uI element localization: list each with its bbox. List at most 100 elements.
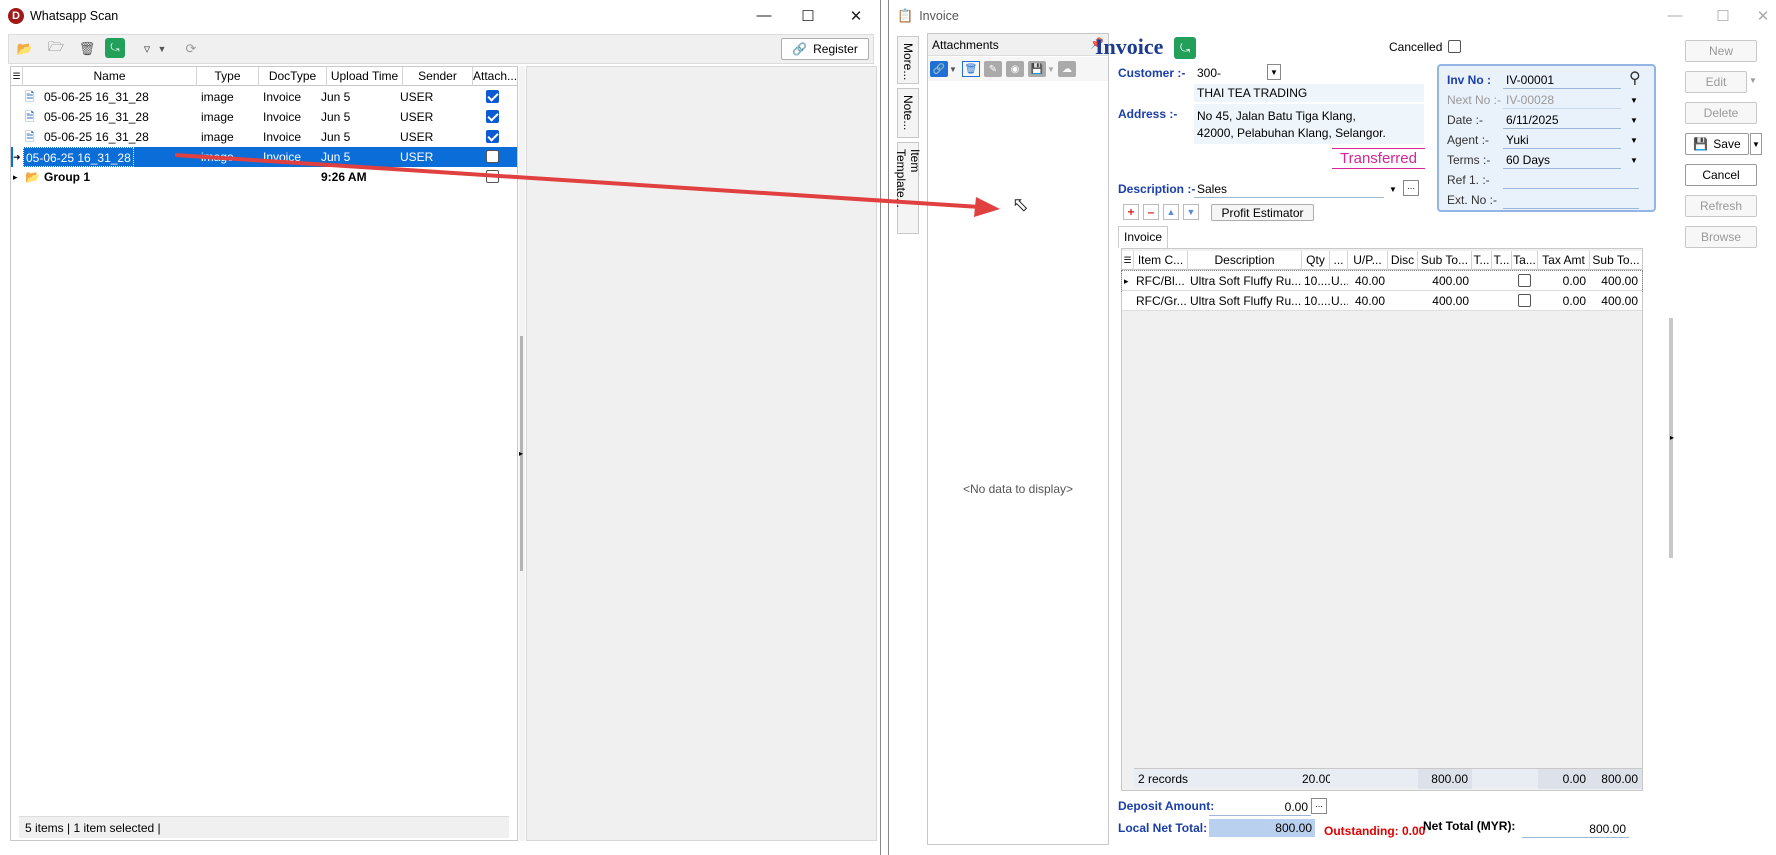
- refresh-icon[interactable]: ⟳: [179, 37, 203, 61]
- share-icon[interactable]: ⤿: [105, 38, 125, 58]
- register-button[interactable]: 🔗 Register: [781, 38, 869, 60]
- delete-icon[interactable]: 🗑: [75, 37, 99, 61]
- refresh-button[interactable]: Refresh: [1685, 195, 1757, 217]
- attach-checkbox[interactable]: [486, 90, 499, 103]
- filter-dropdown-icon[interactable]: ▼: [155, 37, 169, 61]
- col-doctype[interactable]: DocType: [259, 67, 327, 86]
- unit-price-cell[interactable]: 40.00: [1348, 291, 1388, 311]
- col-t2[interactable]: T...: [1492, 251, 1512, 270]
- disc-cell[interactable]: [1388, 271, 1418, 291]
- move-down-icon[interactable]: ▼: [1183, 204, 1199, 220]
- date-dropdown-icon[interactable]: ▼: [1627, 112, 1641, 128]
- minimize-button[interactable]: —: [1653, 0, 1697, 31]
- agent-field[interactable]: Yuki: [1503, 131, 1621, 149]
- subtotal-cell[interactable]: 400.00: [1418, 291, 1472, 311]
- uom-cell[interactable]: U...: [1331, 291, 1348, 311]
- edit-button[interactable]: Edit: [1685, 71, 1747, 93]
- cloud-download-icon[interactable]: ☁: [1058, 61, 1076, 77]
- share-icon[interactable]: ⤿: [1174, 37, 1196, 59]
- terms-field[interactable]: 60 Days: [1503, 151, 1621, 169]
- col-subtotal-inc[interactable]: Sub To...: [1590, 251, 1642, 270]
- description-field[interactable]: Sales: [1194, 180, 1384, 198]
- inv-no-field[interactable]: IV-00001: [1503, 71, 1621, 89]
- search-icon[interactable]: ⚲: [1629, 68, 1641, 88]
- save-icon[interactable]: 💾: [1028, 61, 1046, 77]
- col-upload-time[interactable]: Upload Time: [327, 67, 403, 86]
- description-more-icon[interactable]: ⋯: [1403, 180, 1419, 196]
- customer-name[interactable]: THAI TEA TRADING: [1194, 84, 1424, 102]
- attach-checkbox[interactable]: [486, 110, 499, 123]
- disc-cell[interactable]: [1388, 291, 1418, 311]
- col-attached[interactable]: Attach...: [473, 67, 517, 86]
- date-field[interactable]: 6/11/2025: [1503, 111, 1621, 129]
- local-net-field[interactable]: 800.00: [1209, 819, 1315, 837]
- tax-amt-cell[interactable]: 0.00: [1538, 271, 1590, 291]
- ref1-field[interactable]: [1503, 171, 1639, 189]
- tax-inclusive-checkbox[interactable]: [1518, 294, 1531, 307]
- description-cell[interactable]: Ultra Soft Fluffy Ru...: [1190, 271, 1302, 291]
- add-row-icon[interactable]: +: [1123, 204, 1139, 220]
- deposit-field[interactable]: 0.00: [1209, 798, 1311, 816]
- item-code-cell[interactable]: RFC/Bl...: [1136, 271, 1188, 291]
- description-cell[interactable]: Ultra Soft Fluffy Ru...: [1190, 291, 1302, 311]
- table-row[interactable]: 🗎 05-06-25 16_31_28 image Invoice Jun 5 …: [11, 127, 517, 147]
- link-dropdown-icon[interactable]: ▼: [948, 61, 958, 77]
- title-bar[interactable]: 📋 Invoice: [889, 0, 1776, 31]
- items-column-chooser-icon[interactable]: ☰: [1122, 251, 1134, 270]
- address-box[interactable]: No 45, Jalan Batu Tiga Klang, 42000, Pel…: [1194, 104, 1424, 144]
- terms-dropdown-icon[interactable]: ▼: [1627, 152, 1641, 168]
- total-cell[interactable]: 400.00: [1590, 271, 1642, 291]
- side-tab-item-template[interactable]: Item Template...: [894, 142, 922, 234]
- maximize-button[interactable]: ☐: [786, 0, 830, 31]
- customer-code[interactable]: 300-T0001: [1194, 64, 1254, 98]
- next-no-dropdown-icon[interactable]: ▼: [1627, 92, 1641, 108]
- qty-cell[interactable]: 10....: [1304, 291, 1330, 311]
- open-file-icon[interactable]: 📂: [13, 37, 37, 61]
- attach-checkbox[interactable]: [486, 150, 499, 163]
- new-button[interactable]: New: [1685, 40, 1757, 62]
- view-icon[interactable]: ◉: [1006, 61, 1024, 77]
- close-button[interactable]: ✕: [1749, 0, 1776, 31]
- edit-dropdown-icon[interactable]: ▼: [1749, 76, 1757, 85]
- table-row[interactable]: 🗎 05-06-25 16_31_28 image Invoice Jun 5 …: [11, 87, 517, 107]
- table-row[interactable]: 🗎 05-06-25 16_31_28 image Invoice Jun 5 …: [11, 107, 517, 127]
- col-name[interactable]: Name: [23, 67, 197, 86]
- move-up-icon[interactable]: ▲: [1163, 204, 1179, 220]
- col-description[interactable]: Description: [1188, 251, 1302, 270]
- delete-icon[interactable]: 🗑: [962, 61, 980, 77]
- cancel-button[interactable]: Cancel: [1685, 164, 1757, 186]
- col-uom[interactable]: ...: [1330, 251, 1348, 270]
- col-tax-inclusive[interactable]: Ta...: [1512, 251, 1538, 270]
- tax-inclusive-checkbox[interactable]: [1518, 274, 1531, 287]
- col-item-code[interactable]: Item C...: [1134, 251, 1188, 270]
- item-code-cell[interactable]: RFC/Gr...: [1136, 291, 1188, 311]
- save-dropdown-icon[interactable]: ▼: [1750, 133, 1762, 155]
- browse-button[interactable]: Browse: [1685, 226, 1757, 248]
- open-folder-icon[interactable]: 🗁: [44, 37, 68, 61]
- side-tab-note[interactable]: Note...: [897, 88, 919, 138]
- side-tab-more[interactable]: More...: [897, 36, 919, 84]
- group-row[interactable]: ▸ 📂 Group 1 9:26 AM: [11, 167, 517, 187]
- customer-dropdown-icon[interactable]: ▼: [1267, 64, 1281, 80]
- col-sender[interactable]: Sender: [403, 67, 473, 86]
- delete-button[interactable]: Delete: [1685, 102, 1757, 124]
- col-disc[interactable]: Disc: [1388, 251, 1418, 270]
- col-tax-amt[interactable]: Tax Amt: [1538, 251, 1590, 270]
- subtotal-cell[interactable]: 400.00: [1418, 271, 1472, 291]
- col-t1[interactable]: T...: [1472, 251, 1492, 270]
- unit-price-cell[interactable]: 40.00: [1348, 271, 1388, 291]
- link-icon[interactable]: 🔗: [930, 61, 948, 77]
- remove-row-icon[interactable]: –: [1143, 204, 1159, 220]
- minimize-button[interactable]: —: [742, 0, 786, 31]
- total-cell[interactable]: 400.00: [1590, 291, 1642, 311]
- deposit-more-icon[interactable]: ⋯: [1311, 798, 1327, 814]
- save-button[interactable]: 💾 Save: [1685, 133, 1749, 155]
- close-button[interactable]: ✕: [834, 0, 878, 31]
- next-no-field[interactable]: IV-00028: [1503, 91, 1621, 109]
- column-chooser-icon[interactable]: ☰: [11, 67, 23, 86]
- save-dropdown-icon[interactable]: ▼: [1046, 61, 1056, 77]
- panel-splitter[interactable]: ▸: [519, 66, 525, 841]
- qty-cell[interactable]: 10....: [1304, 271, 1330, 291]
- item-row[interactable]: RFC/Gr... Ultra Soft Fluffy Ru... 10....…: [1122, 291, 1642, 311]
- description-dropdown-icon[interactable]: ▼: [1386, 181, 1400, 197]
